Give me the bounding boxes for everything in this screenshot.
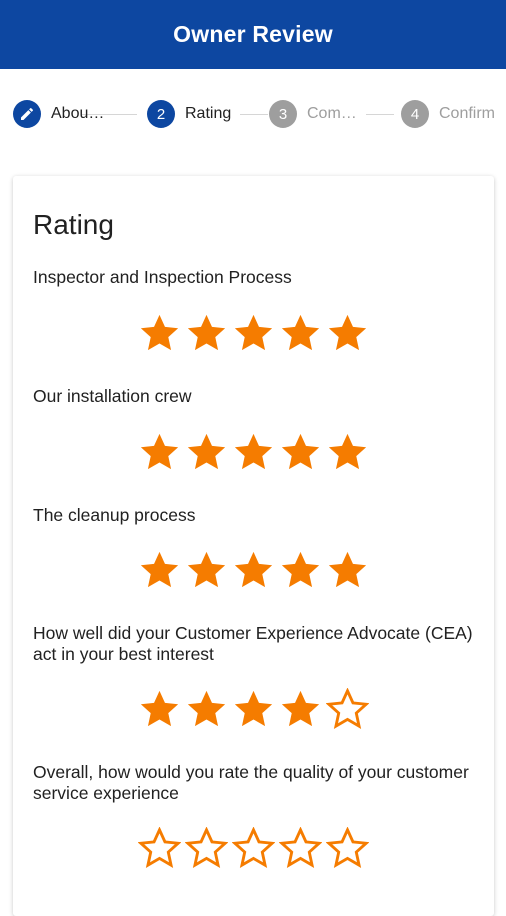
star-filled-icon[interactable] (279, 688, 322, 731)
star-filled-icon[interactable] (138, 312, 181, 355)
star-outline-icon[interactable] (326, 688, 369, 731)
stepper: Abou… 2 Rating 3 Com… 4 Confirm (0, 69, 506, 159)
app-bar: Owner Review (0, 0, 506, 69)
star-rating (13, 312, 494, 356)
question-label: Overall, how would you rate the quality … (33, 762, 469, 803)
star-filled-icon[interactable] (185, 312, 228, 355)
card-title: Rating (33, 209, 114, 240)
stepper-connector (366, 114, 394, 115)
question-label: How well did your Customer Experience Ad… (33, 623, 473, 664)
star-outline-icon[interactable] (279, 827, 322, 870)
star-filled-icon[interactable] (185, 431, 228, 474)
star-filled-icon[interactable] (185, 549, 228, 592)
question-label: Inspector and Inspection Process (33, 267, 292, 287)
star-filled-icon[interactable] (232, 431, 275, 474)
question-label: Our installation crew (33, 386, 192, 406)
pencil-icon (21, 107, 34, 120)
step-2-circle: 2 (147, 100, 175, 128)
step-comments[interactable]: 3 Com… (269, 99, 357, 129)
star-outline-icon[interactable] (185, 827, 228, 870)
star-filled-icon[interactable] (138, 549, 181, 592)
step-1-circle (13, 100, 41, 128)
star-outline-icon[interactable] (138, 827, 181, 870)
step-1-label: Abou… (51, 105, 105, 122)
star-filled-icon[interactable] (232, 549, 275, 592)
star-rating (13, 431, 494, 475)
step-rating[interactable]: 2 Rating (147, 99, 231, 129)
star-rating (13, 827, 494, 871)
star-filled-icon[interactable] (138, 431, 181, 474)
star-filled-icon[interactable] (138, 688, 181, 731)
step-3-label: Com… (307, 105, 357, 122)
star-outline-icon[interactable] (232, 827, 275, 870)
step-confirm[interactable]: 4 Confirm (401, 99, 495, 129)
star-rating (13, 549, 494, 593)
star-filled-icon[interactable] (279, 549, 322, 592)
page-title: Owner Review (173, 21, 333, 47)
star-filled-icon[interactable] (326, 431, 369, 474)
star-filled-icon[interactable] (279, 431, 322, 474)
stepper-connector (240, 114, 268, 115)
step-4-circle: 4 (401, 100, 429, 128)
star-filled-icon[interactable] (279, 312, 322, 355)
star-rating (13, 688, 494, 732)
star-filled-icon[interactable] (232, 688, 275, 731)
star-filled-icon[interactable] (185, 688, 228, 731)
step-2-label: Rating (185, 105, 232, 122)
step-3-circle: 3 (269, 100, 297, 128)
star-filled-icon[interactable] (326, 312, 369, 355)
star-outline-icon[interactable] (326, 827, 369, 870)
star-filled-icon[interactable] (326, 549, 369, 592)
star-filled-icon[interactable] (232, 312, 275, 355)
question-label: The cleanup process (33, 505, 196, 525)
rating-card: Rating Inspector and Inspection Process … (13, 176, 494, 916)
step-4-label: Confirm (439, 105, 496, 122)
step-about[interactable]: Abou… (13, 99, 104, 129)
